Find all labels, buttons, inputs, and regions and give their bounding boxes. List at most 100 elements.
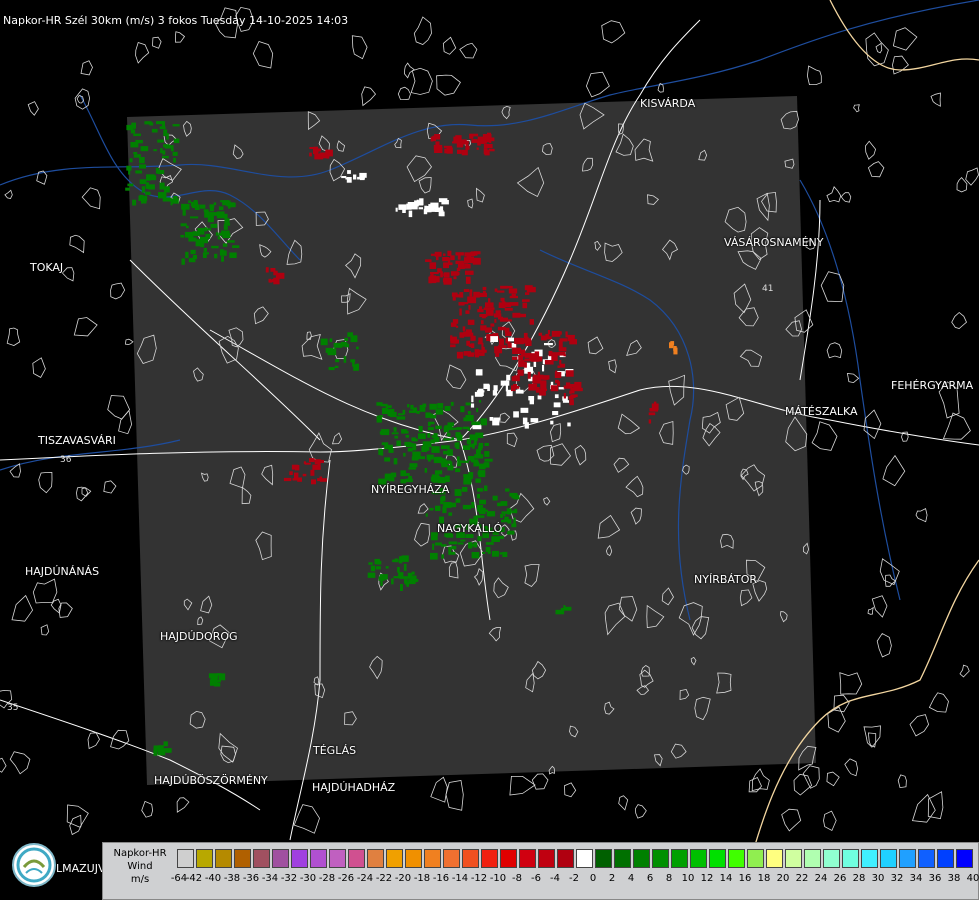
settlement-outline xyxy=(410,67,433,95)
wind-echo-cell xyxy=(223,224,228,230)
wind-echo-cell xyxy=(434,470,443,475)
wind-echo-cell xyxy=(470,403,475,408)
legend-swatch xyxy=(956,849,973,868)
legend-tick-label: -36 xyxy=(242,873,260,884)
legend-swatch xyxy=(367,849,384,868)
wind-echo-cell xyxy=(140,146,149,152)
settlement-outline xyxy=(806,65,822,85)
wind-echo-cell xyxy=(185,251,189,259)
wind-echo-cell xyxy=(159,126,166,130)
wind-echo-cell xyxy=(474,454,484,459)
wind-echo-cell xyxy=(479,499,486,505)
wind-echo-cell xyxy=(431,446,440,453)
wind-echo-cell xyxy=(425,412,431,418)
wind-echo-cell xyxy=(549,352,559,356)
wind-echo-cell xyxy=(500,317,508,322)
wind-echo-cell xyxy=(344,337,349,342)
legend-swatch xyxy=(937,849,954,868)
legend-tick-label: -64 xyxy=(170,873,188,884)
legend-tick-label: -2 xyxy=(569,873,579,884)
wind-echo-cell xyxy=(218,232,224,236)
wind-echo-cell xyxy=(523,332,528,339)
settlement-outline xyxy=(928,692,949,713)
wind-echo-cell xyxy=(477,488,484,492)
wind-echo-cell xyxy=(450,401,454,406)
wind-echo-cell xyxy=(396,416,406,420)
wind-echo-cell xyxy=(511,293,516,298)
wind-echo-cell xyxy=(557,331,562,335)
wind-echo-cell xyxy=(396,440,401,446)
settlement-outline xyxy=(811,421,838,451)
wind-echo-cell xyxy=(477,536,482,542)
wind-echo-cell xyxy=(304,462,311,465)
wind-echo-cell xyxy=(232,245,240,248)
settlement-outline xyxy=(80,60,93,76)
wind-echo-cell xyxy=(484,149,490,156)
wind-echo-cell xyxy=(651,403,659,411)
wind-echo-cell xyxy=(485,328,492,333)
wind-echo-cell xyxy=(520,313,526,318)
settlement-outline xyxy=(911,793,936,823)
legend-swatch xyxy=(519,849,536,868)
settlement-outline xyxy=(839,672,863,695)
wind-echo-cell xyxy=(567,422,571,427)
city-label: HAJDÚNÁNÁS xyxy=(25,565,100,578)
wind-echo-cell xyxy=(407,447,413,452)
city-label: NYÍRBÁTOR xyxy=(694,573,758,586)
wind-echo-cell xyxy=(227,222,231,226)
wind-echo-cell xyxy=(525,292,530,295)
wind-echo-cell xyxy=(133,133,141,137)
settlement-outline xyxy=(351,35,368,60)
settlement-outline xyxy=(601,20,626,44)
wind-echo-cell xyxy=(528,396,535,401)
wind-echo-cell xyxy=(409,463,418,468)
settlement-outline xyxy=(833,694,850,713)
legend-tick-label: -22 xyxy=(375,873,393,884)
wind-echo-cell xyxy=(513,411,519,418)
settlement-outline xyxy=(867,161,885,178)
settlement-outline xyxy=(509,776,536,796)
wind-echo-cell xyxy=(530,418,539,423)
wind-echo-cell xyxy=(469,136,474,139)
wind-echo-cell xyxy=(427,433,431,438)
legend-tick-label: 6 xyxy=(646,873,654,884)
wind-echo-cell xyxy=(310,469,315,476)
wind-echo-cell xyxy=(418,207,423,210)
wind-echo-cell xyxy=(228,202,236,208)
legend-tick-label: -24 xyxy=(356,873,374,884)
wind-echo-cell xyxy=(484,458,493,462)
wind-echo-cell xyxy=(463,289,470,292)
wind-echo-cell xyxy=(370,565,376,572)
wind-echo-cell xyxy=(204,211,210,218)
legend-tick-label: -38 xyxy=(223,873,241,884)
wind-echo-cell xyxy=(481,314,486,319)
wind-echo-cell xyxy=(456,442,460,449)
wind-echo-cell xyxy=(552,411,559,416)
wind-echo-cell xyxy=(444,148,453,154)
wind-echo-cell xyxy=(459,308,462,316)
wind-echo-cell xyxy=(146,176,151,181)
wind-echo-cell xyxy=(467,411,471,415)
wind-echo-cell xyxy=(467,319,475,325)
wind-echo-cell xyxy=(384,457,391,462)
wind-echo-cell xyxy=(316,459,324,463)
wind-echo-cell xyxy=(468,305,471,310)
wind-echo-cell xyxy=(218,206,224,211)
wind-echo-cell xyxy=(381,430,390,433)
city-label: TÉGLÁS xyxy=(313,744,357,757)
wind-echo-cell xyxy=(459,144,464,147)
wind-echo-cell xyxy=(544,360,554,365)
wind-echo-cell xyxy=(125,187,130,191)
legend-tick-label: 22 xyxy=(795,873,809,884)
wind-echo-cell xyxy=(470,343,475,348)
wind-echo-cell xyxy=(670,341,675,346)
wind-echo-cell xyxy=(145,191,151,195)
settlement-outline xyxy=(892,27,918,51)
legend-swatch xyxy=(690,849,707,868)
wind-echo-cell xyxy=(513,517,516,525)
wind-echo-cell xyxy=(434,147,443,153)
wind-echo-cell xyxy=(171,198,179,204)
wind-echo-cell xyxy=(455,260,464,265)
wind-echo-cell xyxy=(325,149,333,157)
wind-echo-cell xyxy=(311,479,316,485)
